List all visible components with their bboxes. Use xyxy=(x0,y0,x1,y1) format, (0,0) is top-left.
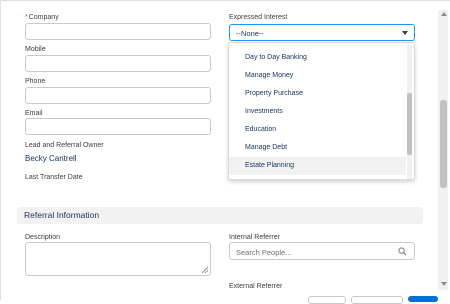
referral-section-header[interactable]: Referral Information xyxy=(17,207,423,224)
interest-dropdown-list[interactable]: Day to Day Banking Manage Money Property… xyxy=(228,42,415,180)
email-label: Email xyxy=(25,110,43,117)
scroll-up-arrow-icon[interactable] xyxy=(441,12,447,16)
cancel-button[interactable] xyxy=(308,296,346,304)
email-input[interactable] xyxy=(25,118,211,135)
mobile-label: Mobile xyxy=(25,46,46,53)
internal-referrer-label: Internal Referrer xyxy=(229,234,280,241)
save-button[interactable] xyxy=(408,296,438,302)
option-education[interactable]: Education xyxy=(229,121,406,139)
owner-value: Becky Cantrell xyxy=(25,154,77,163)
phone-input[interactable] xyxy=(25,87,211,104)
option-investments[interactable]: Investments xyxy=(229,103,406,121)
option-estate-planning[interactable]: Estate Planning xyxy=(229,157,406,175)
page-scrollbar-thumb[interactable] xyxy=(440,100,447,188)
referral-section-title: Referral Information xyxy=(24,210,100,220)
option-day-to-day-banking[interactable]: Day to Day Banking xyxy=(229,49,406,67)
option-manage-debt[interactable]: Manage Debt xyxy=(229,139,406,157)
description-label: Description xyxy=(25,234,61,241)
dropdown-scrollbar-thumb[interactable] xyxy=(407,93,412,155)
option-manage-money[interactable]: Manage Money xyxy=(229,67,406,85)
scroll-down-arrow-icon[interactable] xyxy=(441,282,447,286)
chevron-down-icon xyxy=(402,31,408,35)
interest-selected-value: --None-- xyxy=(236,29,264,38)
resize-handle-icon[interactable] xyxy=(202,267,208,273)
external-referrer-label: External Referrer xyxy=(229,283,283,290)
left-border xyxy=(0,0,1,300)
last-transfer-label: Last Transfer Date xyxy=(25,174,83,181)
company-label: *Company xyxy=(25,14,59,21)
phone-label: Phone xyxy=(25,78,46,85)
interest-select[interactable]: --None-- xyxy=(229,24,415,41)
top-border xyxy=(0,0,450,1)
internal-referrer-input[interactable]: Search People... xyxy=(229,242,415,260)
option-property-purchase[interactable]: Property Purchase xyxy=(229,85,406,103)
search-icon xyxy=(398,247,407,256)
internal-referrer-placeholder: Search People... xyxy=(236,248,292,257)
mobile-input[interactable] xyxy=(25,55,211,72)
save-and-new-button[interactable] xyxy=(351,296,403,304)
owner-label: Lead and Referral Owner xyxy=(25,142,104,149)
description-textarea[interactable] xyxy=(25,242,211,276)
interest-label: Expressed Interest xyxy=(229,14,288,21)
company-input[interactable] xyxy=(25,23,211,40)
